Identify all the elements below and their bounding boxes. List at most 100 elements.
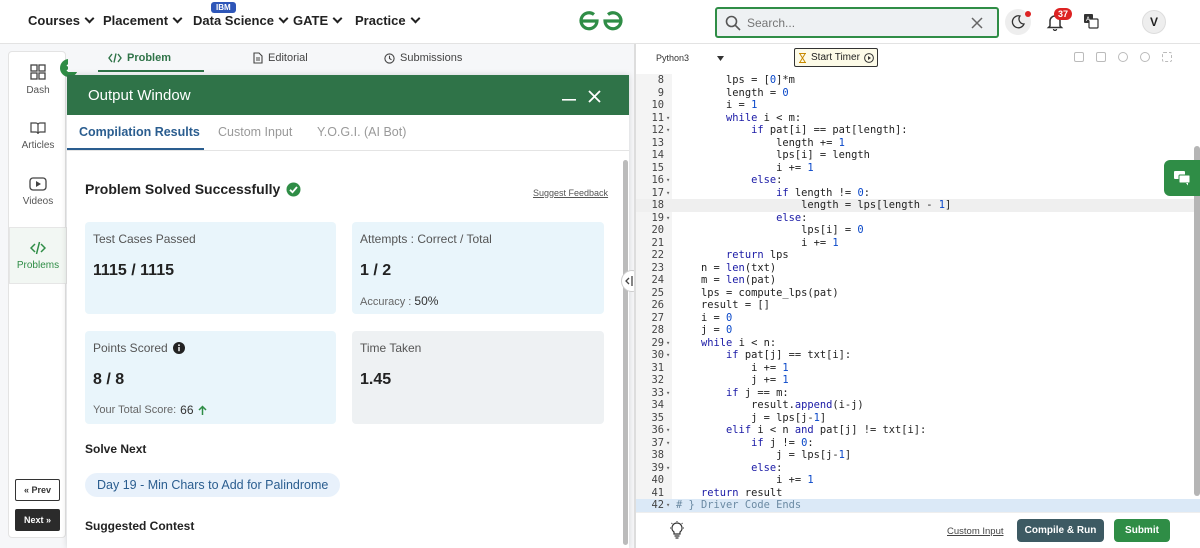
code-line[interactable]: 17 ▾ if length != 0: <box>636 187 1200 200</box>
code-line[interactable]: 19 ▾ else: <box>636 212 1200 225</box>
code-line[interactable]: 21 i += 1 <box>636 237 1200 250</box>
start-timer-button[interactable]: Start Timer <box>794 48 878 67</box>
fullscreen-icon[interactable] <box>1162 52 1172 62</box>
next-button[interactable]: Next » <box>15 509 60 531</box>
suggest-feedback-link[interactable]: Suggest Feedback <box>533 188 608 198</box>
fold-arrow-icon[interactable]: ▾ <box>666 387 670 400</box>
settings-icon[interactable] <box>1118 52 1128 62</box>
tab-problem[interactable]: Problem <box>108 52 171 64</box>
copy-icon[interactable] <box>1074 52 1084 62</box>
code-line[interactable]: 29 ▾ while i < n: <box>636 337 1200 350</box>
nav-gate[interactable]: GATE <box>293 13 343 28</box>
fold-arrow-icon[interactable]: ▾ <box>666 112 670 125</box>
code-line[interactable]: 42 ▾ # } Driver Code Ends <box>636 499 1200 512</box>
code-line[interactable]: 28 j = 0 <box>636 324 1200 337</box>
custom-input-link[interactable]: Custom Input <box>947 526 1004 537</box>
code-line[interactable]: 26 result = [] <box>636 299 1200 312</box>
code-line[interactable]: 11 ▾ while i < m: <box>636 112 1200 125</box>
nav-practice[interactable]: Practice <box>355 13 421 28</box>
code-line[interactable]: 24 m = len(pat) <box>636 274 1200 287</box>
code-line[interactable]: 33 ▾ if j == m: <box>636 387 1200 400</box>
code-line[interactable]: 13 length += 1 <box>636 137 1200 150</box>
tab-editorial[interactable]: Editorial <box>253 52 308 64</box>
code-text: else: <box>776 211 808 224</box>
language-value: Python3 <box>656 53 690 63</box>
minimize-icon[interactable] <box>562 99 576 102</box>
fold-arrow-icon[interactable]: ▾ <box>666 174 670 187</box>
prev-button[interactable]: « Prev <box>15 479 60 501</box>
code-line[interactable]: 12 ▾ if pat[i] == pat[length]: <box>636 124 1200 137</box>
sidebar-item-dash[interactable]: Dash <box>9 52 67 108</box>
avatar[interactable]: V <box>1142 10 1166 34</box>
close-icon[interactable] <box>588 90 601 103</box>
suggested-contest-heading: Suggested Contest <box>85 519 195 533</box>
code-line[interactable]: 23 n = len(txt) <box>636 262 1200 275</box>
code-line[interactable]: 22 return lps <box>636 249 1200 262</box>
code-line[interactable]: 40 i += 1 <box>636 474 1200 487</box>
code-line[interactable]: 37 ▾ if j != 0: <box>636 437 1200 450</box>
lightbulb-icon[interactable] <box>669 521 685 539</box>
code-text: lps = [0]*m <box>676 74 795 86</box>
nav-data-science[interactable]: Data Science <box>193 13 289 28</box>
line-number: 35 <box>651 411 664 424</box>
accuracy-row: Accuracy : 50% <box>360 294 596 308</box>
translate-icon[interactable]: A <box>1083 13 1099 29</box>
code-line[interactable]: 20 lps[i] = 0 <box>636 224 1200 237</box>
nav-practice-label: Practice <box>355 13 406 28</box>
code-line[interactable]: 36 ▾ elif i < n and pat[j] != txt[i]: <box>636 424 1200 437</box>
fold-arrow-icon[interactable]: ▾ <box>666 212 670 225</box>
code-line[interactable]: 10 i = 1 <box>636 99 1200 112</box>
tab-yogi-ai-bot[interactable]: Y.O.G.I. (AI Bot) <box>317 125 406 139</box>
code-line[interactable]: 15 i += 1 <box>636 162 1200 175</box>
reset-icon[interactable] <box>1140 52 1150 62</box>
code-line[interactable]: 16 ▾ else: <box>636 174 1200 187</box>
code-line[interactable]: 32 j += 1 <box>636 374 1200 387</box>
compile-run-button[interactable]: Compile & Run <box>1017 519 1104 542</box>
sidebar-item-videos[interactable]: Videos <box>9 164 67 220</box>
nav-placement[interactable]: Placement <box>103 13 183 28</box>
code-line[interactable]: 8 lps = [0]*m <box>636 74 1200 87</box>
nav-courses[interactable]: Courses <box>28 13 95 28</box>
code-line[interactable]: 18 length = lps[length - 1] <box>636 199 1200 212</box>
gfg-logo[interactable] <box>577 9 625 33</box>
solve-next-chip[interactable]: Day 19 - Min Chars to Add for Palindrome <box>85 473 341 497</box>
code-line[interactable]: 35 j = lps[j-1] <box>636 412 1200 425</box>
code-line[interactable]: 14 lps[i] = length <box>636 149 1200 162</box>
code-line[interactable]: 41 return result <box>636 487 1200 500</box>
tab-submissions[interactable]: Submissions <box>384 52 462 64</box>
fold-arrow-icon[interactable]: ▾ <box>666 187 670 200</box>
language-select[interactable]: Python3 <box>652 49 728 67</box>
sidebar-item-articles[interactable]: Articles <box>9 108 67 164</box>
fold-arrow-icon[interactable]: ▾ <box>666 499 670 512</box>
code-line[interactable]: 34 result.append(i-j) <box>636 399 1200 412</box>
tab-compilation-results[interactable]: Compilation Results <box>79 125 200 139</box>
submit-button[interactable]: Submit <box>1114 519 1170 542</box>
search-input[interactable] <box>747 15 967 30</box>
fold-arrow-icon[interactable]: ▾ <box>666 462 670 475</box>
fold-arrow-icon[interactable]: ▾ <box>666 424 670 437</box>
theme-dot <box>1025 11 1031 17</box>
chat-button[interactable] <box>1164 160 1200 196</box>
clear-icon[interactable] <box>971 16 983 29</box>
sidebar-item-problems[interactable]: Problems <box>9 227 67 284</box>
code-line[interactable]: 39 ▾ else: <box>636 462 1200 475</box>
editor-scrollbar[interactable] <box>1194 146 1200 496</box>
code-area[interactable]: 8 lps = [0]*m 9 length = 0 10 i = 1 11 ▾ whi… <box>636 74 1200 512</box>
tab-custom-input[interactable]: Custom Input <box>218 125 292 139</box>
nav-gate-label: GATE <box>293 13 329 28</box>
info-icon[interactable] <box>172 342 185 354</box>
code-line[interactable]: 38 j = lps[j-1] <box>636 449 1200 462</box>
code-line[interactable]: 27 i = 0 <box>636 312 1200 325</box>
output-scrollbar[interactable] <box>623 160 628 545</box>
fold-arrow-icon[interactable]: ▾ <box>666 437 670 450</box>
search-box[interactable] <box>715 7 999 38</box>
code-text: length += 1 <box>676 136 845 149</box>
fold-arrow-icon[interactable]: ▾ <box>666 124 670 137</box>
fold-arrow-icon[interactable]: ▾ <box>666 349 670 362</box>
fold-arrow-icon[interactable]: ▾ <box>666 337 670 350</box>
file-icon[interactable] <box>1096 52 1106 62</box>
code-line[interactable]: 9 length = 0 <box>636 87 1200 100</box>
code-line[interactable]: 31 i += 1 <box>636 362 1200 375</box>
code-line[interactable]: 25 lps = compute_lps(pat) <box>636 287 1200 300</box>
code-line[interactable]: 30 ▾ if pat[j] == txt[i]: <box>636 349 1200 362</box>
